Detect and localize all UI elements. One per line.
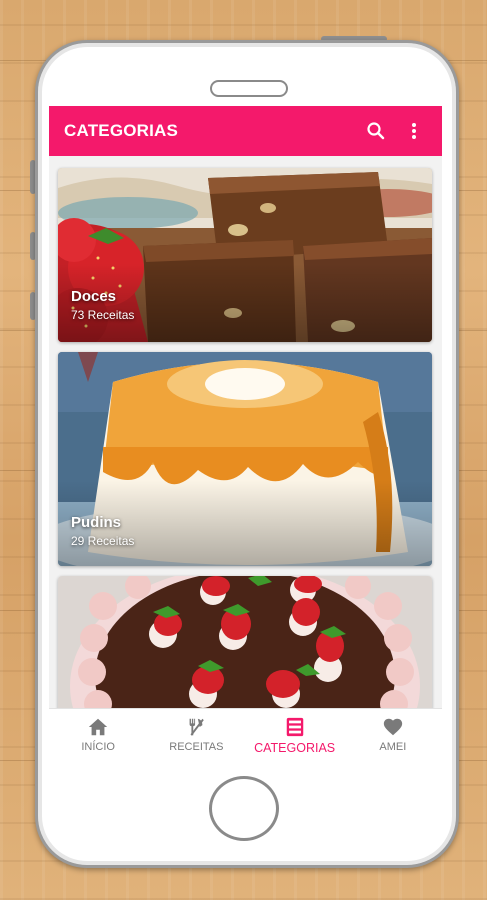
- nav-label: AMEI: [379, 741, 407, 753]
- fork-knife-icon: [189, 718, 205, 736]
- category-card-cake[interactable]: [58, 576, 432, 716]
- bottom-navigation: INÍCIO RECEITAS CATEGORIAS AMEI: [49, 708, 442, 764]
- nav-item-categorias[interactable]: CATEGORIAS: [246, 709, 344, 764]
- recipe-count: 73 Receitas: [71, 308, 135, 322]
- page-title: CATEGORIAS: [64, 121, 179, 140]
- phone-speaker: [210, 80, 288, 97]
- heart-icon: [383, 718, 403, 736]
- category-card-doces[interactable]: Doces 73 Receitas: [58, 168, 432, 342]
- nav-label: CATEGORIAS: [254, 741, 336, 755]
- category-title: Pudins: [71, 514, 122, 531]
- app-bar: CATEGORIAS: [49, 106, 442, 156]
- more-vert-icon[interactable]: [402, 119, 426, 143]
- search-icon[interactable]: [364, 119, 388, 143]
- nav-item-receitas[interactable]: RECEITAS: [147, 709, 245, 764]
- home-icon: [88, 718, 108, 736]
- category-card-pudins[interactable]: Pudins 29 Receitas: [58, 352, 432, 566]
- category-title: Doces: [71, 288, 117, 305]
- categories-icon: [286, 717, 303, 737]
- app-screen: CATEGORIAS Doces 73 Receitas Pudins 29 R…: [49, 106, 442, 764]
- nav-label: INÍCIO: [81, 741, 115, 753]
- nav-item-inicio[interactable]: INÍCIO: [49, 709, 147, 764]
- category-label: Pudins 29 Receitas: [71, 514, 134, 548]
- nav-item-amei[interactable]: AMEI: [344, 709, 442, 764]
- recipe-count: 29 Receitas: [71, 534, 135, 548]
- category-label: Doces 73 Receitas: [71, 288, 134, 322]
- cake-image: [58, 576, 432, 716]
- home-button: [209, 776, 279, 841]
- nav-label: RECEITAS: [169, 741, 224, 753]
